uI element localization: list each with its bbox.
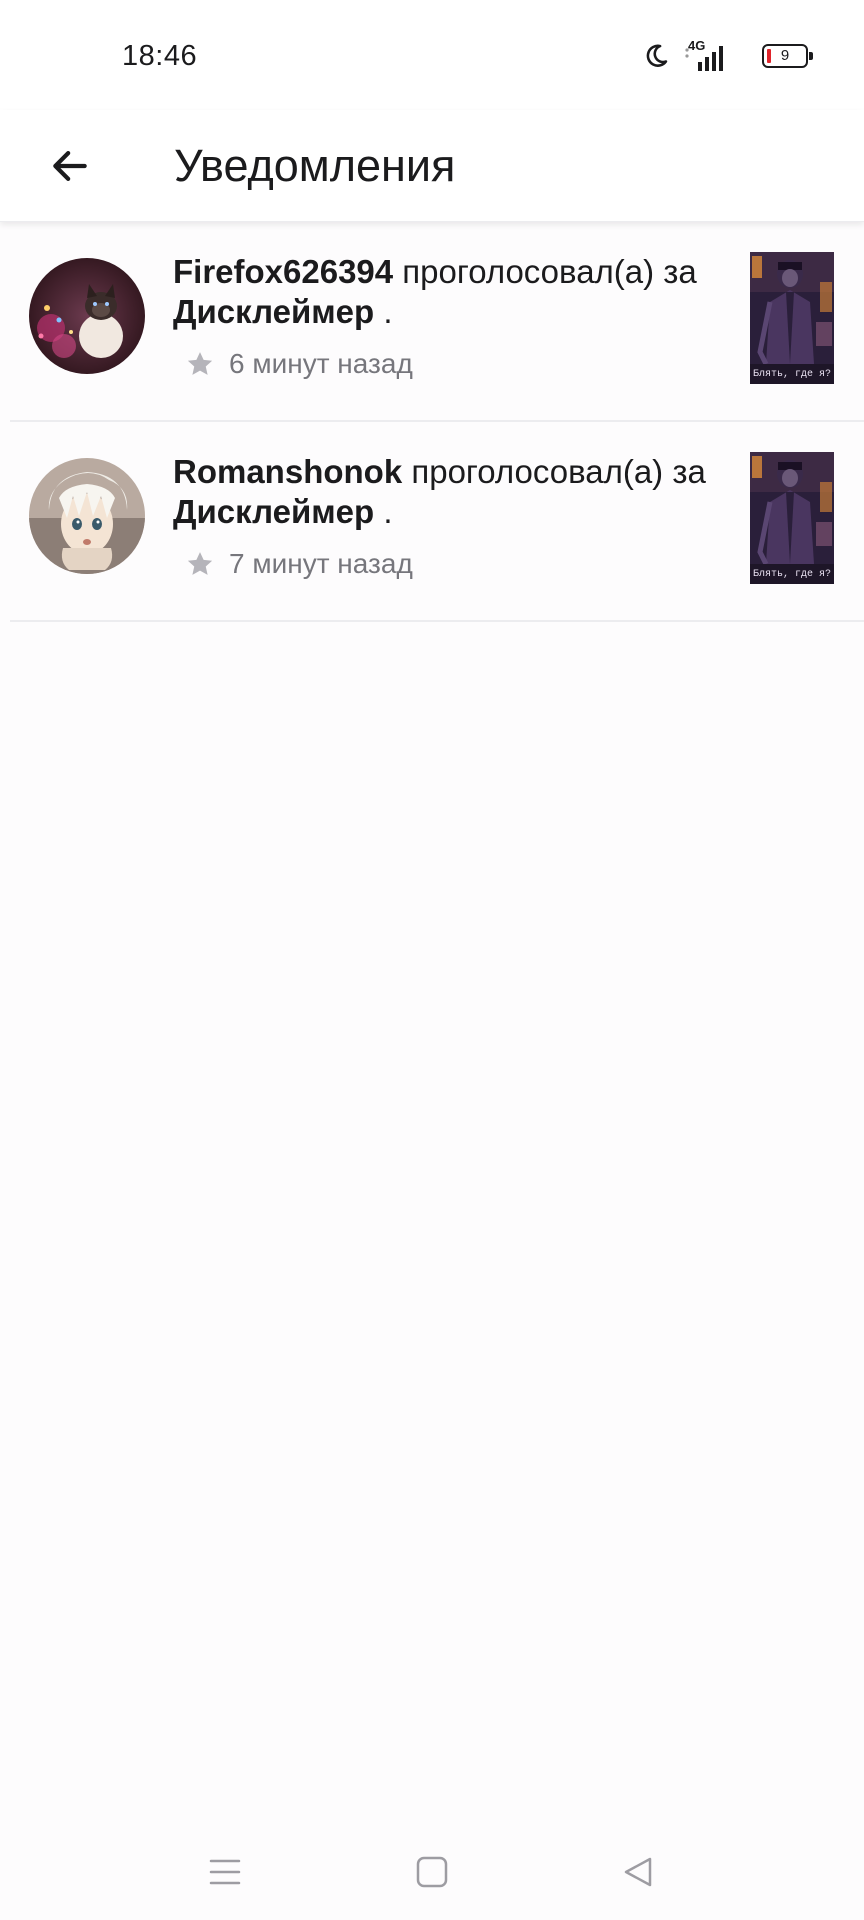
moon-icon	[646, 44, 668, 67]
notification-meta: 7 минут назад	[185, 548, 413, 580]
notification-action: проголосовал(а) за	[393, 253, 697, 290]
notification-text: Romanshonok проголосовал(а) за Дисклейме…	[173, 452, 733, 532]
notification-meta: 6 минут назад	[185, 348, 413, 380]
home-square-icon	[416, 1856, 448, 1888]
notification-time: 7 минут назад	[229, 548, 413, 579]
back-button[interactable]	[36, 132, 104, 200]
star-icon	[187, 552, 213, 575]
notification-work[interactable]: Дисклеймер	[173, 493, 374, 530]
notifications-screen: 18:46 4G 9 Уведомления Firefox626394 про…	[0, 0, 864, 1920]
notification-user[interactable]: Romanshonok	[173, 453, 402, 490]
system-nav-bar	[0, 1824, 864, 1920]
back-triangle-icon	[624, 1857, 652, 1887]
avatar[interactable]	[29, 258, 145, 374]
thumbnail-caption: Блять, где я?	[753, 569, 831, 580]
menu-icon	[209, 1859, 241, 1885]
star-icon	[187, 352, 213, 375]
status-time: 18:46	[122, 40, 198, 72]
signal-icon: 4G	[684, 38, 732, 72]
notification-item[interactable]: Romanshonok проголосовал(а) за Дисклейме…	[10, 422, 864, 622]
notification-work[interactable]: Дисклеймер	[173, 293, 374, 330]
app-bar: Уведомления	[0, 110, 864, 222]
notification-suffix: .	[374, 493, 393, 530]
page-title: Уведомления	[174, 140, 456, 191]
nav-back-button[interactable]	[612, 1846, 664, 1898]
notification-list: Firefox626394 проголосовал(а) за Дисклей…	[0, 222, 864, 622]
notification-action: проголосовал(а) за	[402, 453, 706, 490]
avatar[interactable]	[29, 458, 145, 574]
notification-text: Firefox626394 проголосовал(а) за Дисклей…	[173, 252, 733, 332]
work-thumbnail[interactable]: Блять, где я?	[750, 452, 834, 584]
status-icons: 4G 9	[642, 38, 813, 74]
arrow-left-icon	[53, 151, 87, 181]
thumbnail-caption: Блять, где я?	[753, 369, 831, 380]
work-thumbnail[interactable]: Блять, где я?	[750, 252, 834, 384]
notification-time: 6 минут назад	[229, 348, 413, 379]
status-bar: 18:46 4G 9	[0, 0, 864, 110]
menu-button[interactable]	[199, 1846, 251, 1898]
notification-user[interactable]: Firefox626394	[173, 253, 393, 290]
notification-suffix: .	[374, 293, 393, 330]
battery-icon: 9	[762, 44, 813, 68]
notification-item[interactable]: Firefox626394 проголосовал(а) за Дисклей…	[10, 222, 864, 422]
home-button[interactable]	[406, 1846, 458, 1898]
battery-level: 9	[780, 47, 790, 64]
